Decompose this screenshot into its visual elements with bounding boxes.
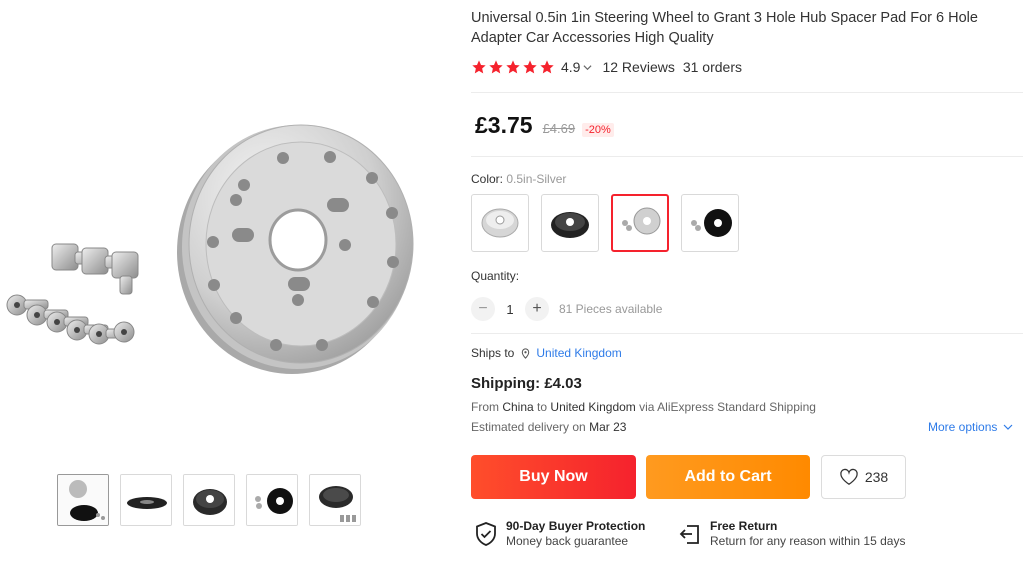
return-icon <box>679 525 699 544</box>
thumbnail-3-image <box>184 475 234 525</box>
shipping-label: Shipping: <box>471 375 541 392</box>
thumbnail-1[interactable] <box>57 474 109 526</box>
color-swatch-4[interactable] <box>681 194 739 252</box>
thumbnail-5[interactable] <box>309 474 361 526</box>
buyer-protection: 90-Day Buyer Protection Money back guara… <box>474 519 645 549</box>
quantity-value[interactable]: 1 <box>495 302 525 317</box>
color-swatch-3[interactable] <box>611 194 669 252</box>
swatch-3-image <box>622 207 661 235</box>
wishlist-button[interactable]: 238 <box>821 455 906 499</box>
heart-icon <box>840 468 858 485</box>
color-swatches <box>471 194 739 252</box>
buy-now-button[interactable]: Buy Now <box>471 455 636 499</box>
location-pin-icon <box>522 347 530 359</box>
shipping-cost: £4.03 <box>544 375 582 392</box>
product-title: Universal 0.5in 1in Steering Wheel to Gr… <box>471 10 978 46</box>
color-swatch-1[interactable] <box>471 194 529 252</box>
price-row: £3.75 £4.69 -20% <box>475 112 614 139</box>
more-options-label: More options <box>928 420 998 434</box>
original-price: £4.69 <box>542 121 576 136</box>
ships-to-row: Ships to United Kingdom <box>471 346 622 360</box>
estimated-delivery: Estimated delivery on Mar 23 <box>471 420 626 434</box>
color-label-text: Color: <box>471 172 504 186</box>
orders-count: 31 orders <box>682 59 742 75</box>
star-icon <box>523 60 537 74</box>
divider <box>471 156 1023 157</box>
swatch-4-image <box>691 209 732 237</box>
thumbnail-1-image <box>58 475 108 525</box>
add-to-cart-button[interactable]: Add to Cart <box>646 455 810 499</box>
from-word: From <box>471 400 499 414</box>
quantity-decrease-button[interactable]: − <box>471 297 495 321</box>
thumbnail-3[interactable] <box>183 474 235 526</box>
quantity-increase-button[interactable]: + <box>525 297 549 321</box>
star-icon <box>506 60 520 74</box>
star-icon <box>472 60 486 74</box>
shipping-route: From China to United Kingdom via AliExpr… <box>471 400 816 414</box>
chevron-down-icon[interactable] <box>583 63 592 72</box>
star-icon <box>489 60 503 74</box>
ships-to-label: Ships to <box>471 346 515 360</box>
quantity-stepper: − 1 + 81 Pieces available <box>471 297 662 321</box>
more-options-link[interactable]: More options <box>928 420 1013 434</box>
thumbnail-5-image <box>310 475 360 525</box>
divider <box>471 92 1023 93</box>
free-return: Free Return Return for any reason within… <box>678 519 905 549</box>
product-photo <box>6 124 414 374</box>
delivery-label: Estimated delivery on <box>471 420 586 434</box>
protection-subtitle: Money back guarantee <box>506 534 629 548</box>
thumbnail-4[interactable] <box>246 474 298 526</box>
quantity-label: Quantity: <box>471 269 520 283</box>
color-swatch-2[interactable] <box>541 194 599 252</box>
to-country: United Kingdom <box>550 400 636 414</box>
thumbnail-4-image <box>247 475 297 525</box>
shipping-method: via AliExpress Standard Shipping <box>639 400 816 414</box>
reviews-count[interactable]: 12 Reviews <box>602 59 674 75</box>
thumbnail-2-image <box>121 475 171 525</box>
delivery-date: Mar 23 <box>589 420 627 434</box>
to-word: to <box>537 400 548 414</box>
wishlist-count: 238 <box>864 469 889 485</box>
shipping-cost-row: Shipping: £4.03 <box>471 375 582 392</box>
swatch-1-image <box>481 208 519 238</box>
star-icon <box>540 60 554 74</box>
current-price: £3.75 <box>475 112 533 138</box>
star-rating <box>471 59 555 75</box>
pieces-available: 81 Pieces available <box>559 302 663 316</box>
chevron-down-icon <box>1003 424 1013 430</box>
rating-row: 4.9 12 Reviews 31 orders <box>471 59 742 75</box>
protection-title: 90-Day Buyer Protection <box>506 519 646 533</box>
thumbnail-2[interactable] <box>120 474 172 526</box>
return-subtitle: Return for any reason within 15 days <box>710 534 906 548</box>
from-country: China <box>502 400 534 414</box>
discount-badge: -20% <box>582 123 614 137</box>
return-title: Free Return <box>710 519 778 533</box>
shield-check-icon <box>476 522 496 546</box>
main-product-image <box>0 0 440 460</box>
ships-to-country-link[interactable]: United Kingdom <box>536 346 621 360</box>
thumbnail-strip <box>57 474 361 526</box>
color-selected-value: 0.5in-Silver <box>506 172 567 186</box>
color-label: Color: 0.5in-Silver <box>471 172 566 186</box>
rating-value[interactable]: 4.9 <box>561 59 580 75</box>
divider <box>471 333 1023 334</box>
swatch-2-image <box>551 212 589 238</box>
